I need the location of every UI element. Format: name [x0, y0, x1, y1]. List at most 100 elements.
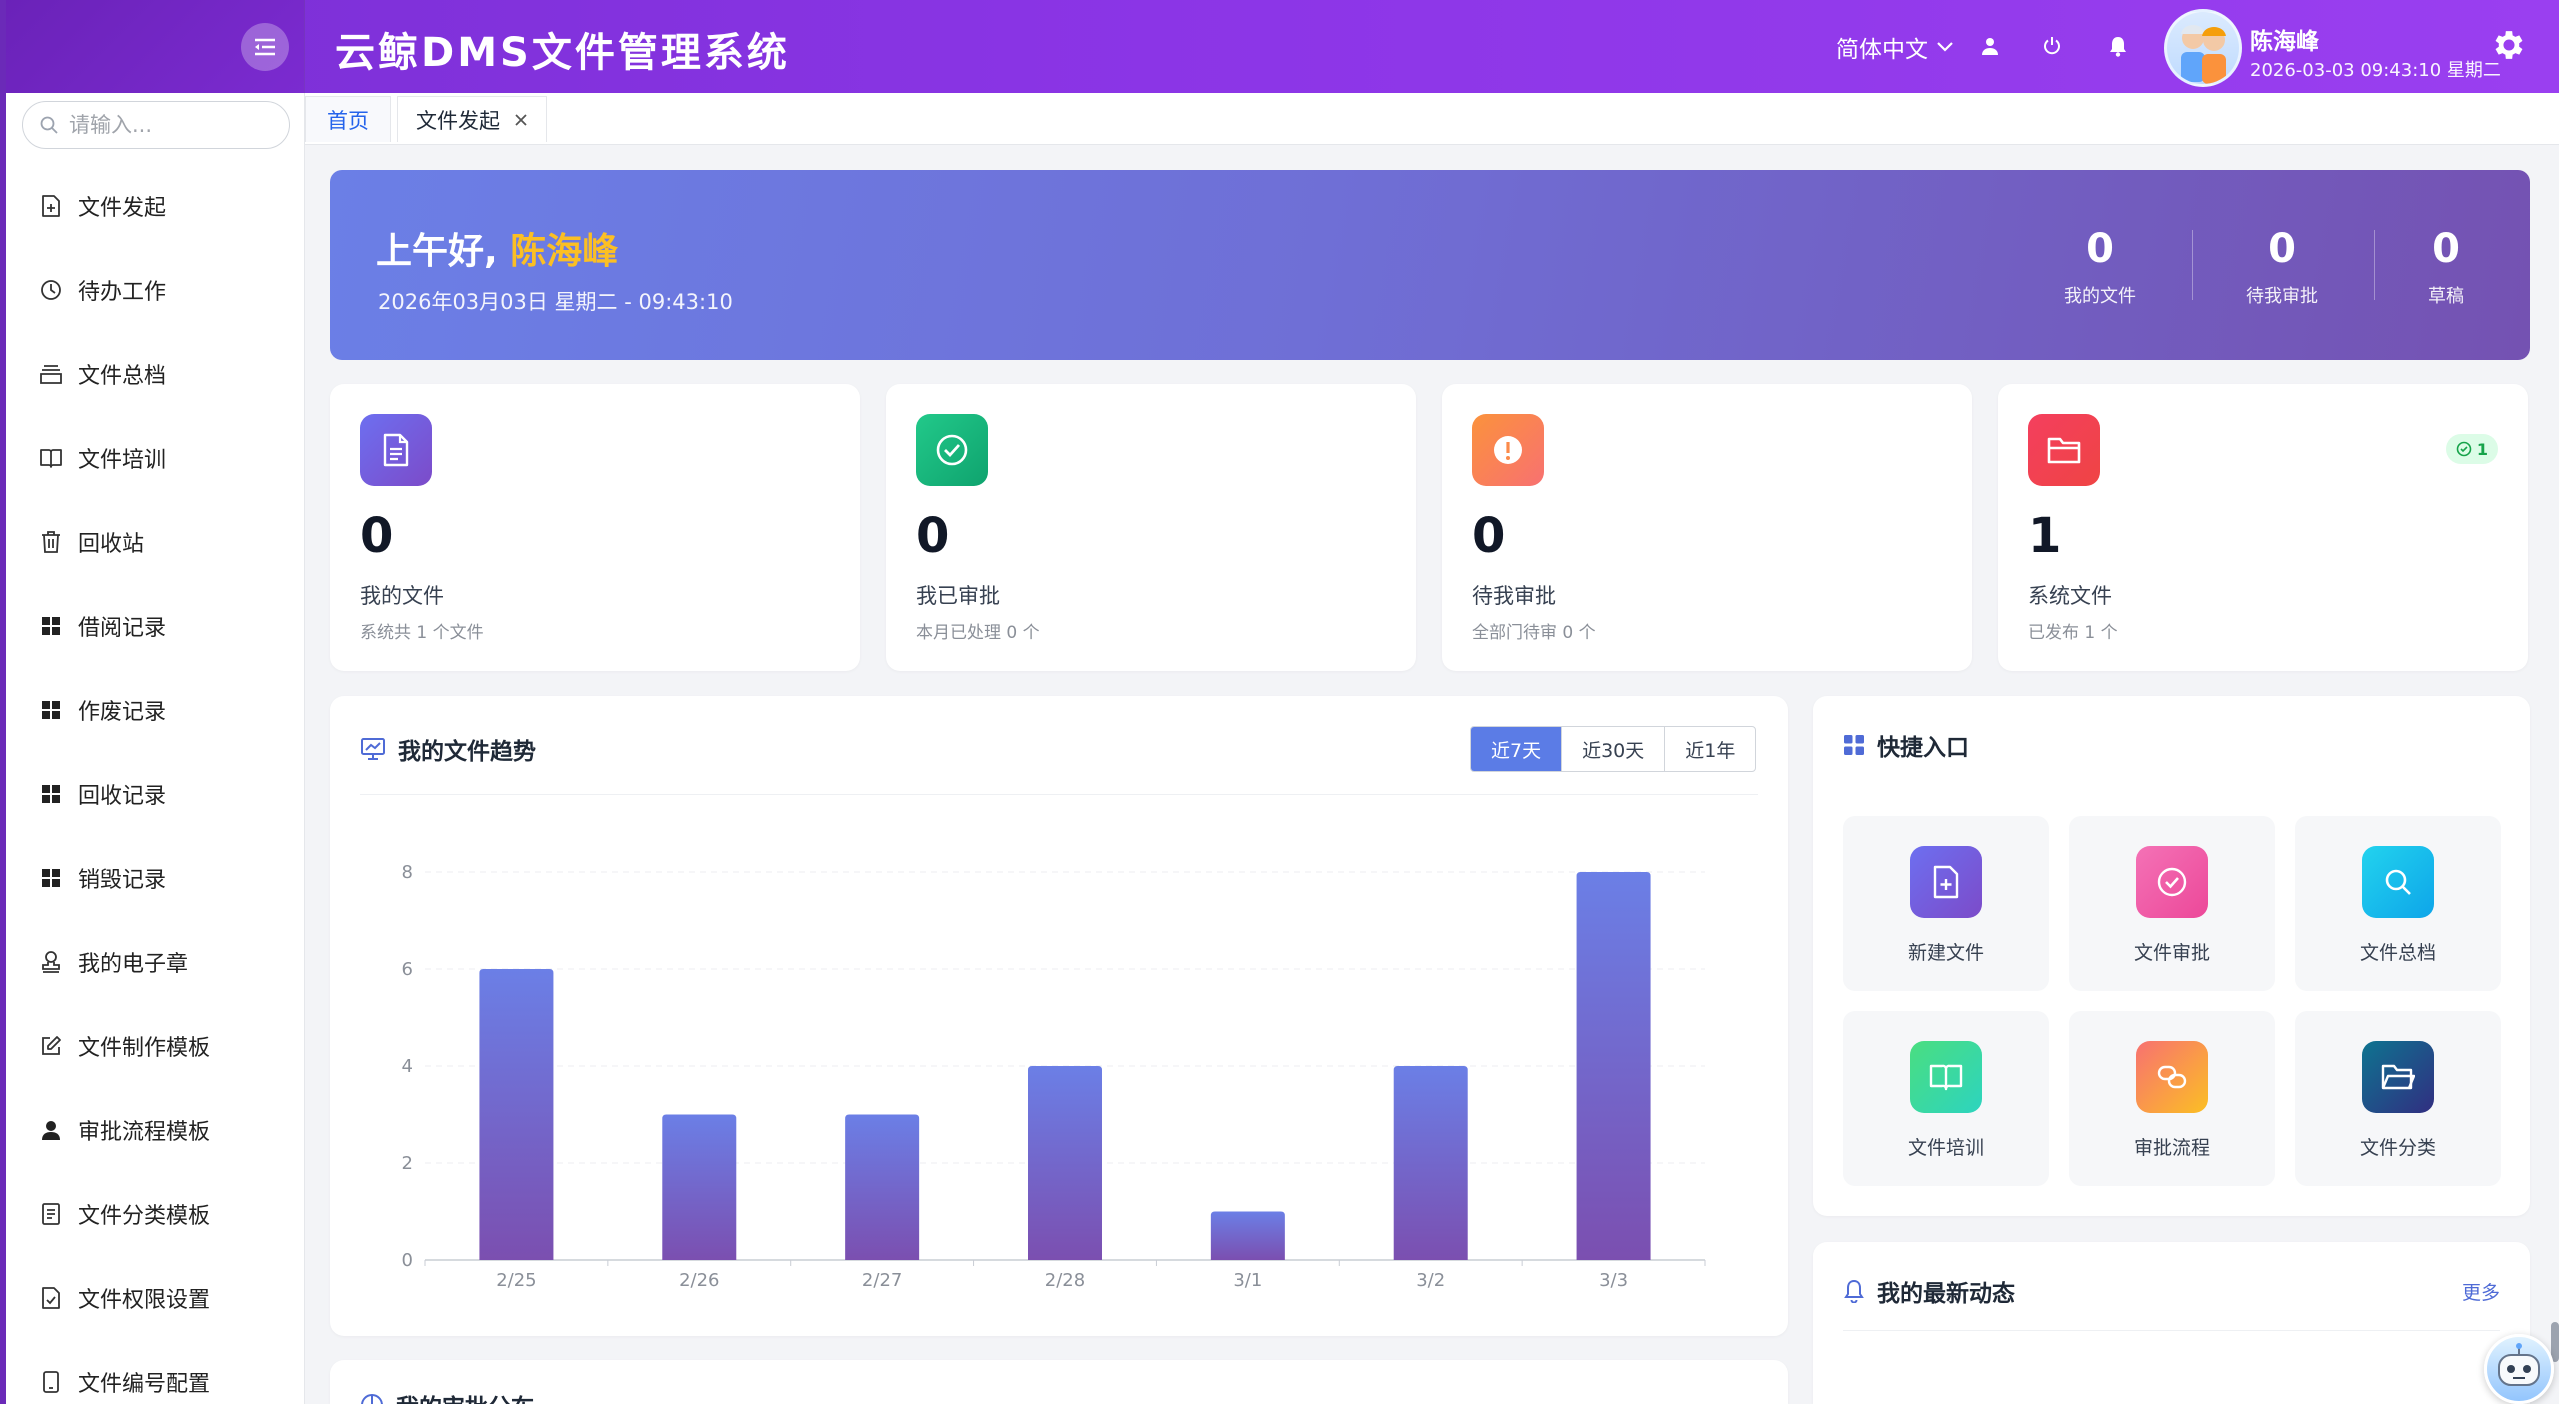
sidebar-item[interactable]: 作废记录 — [38, 690, 166, 730]
grid-icon — [38, 613, 64, 639]
banner-stat-value: 0 — [2432, 226, 2460, 272]
distribution-card: 我的审批分布 — [330, 1360, 1788, 1404]
banner-stat-pending[interactable]: 0 待我审批 — [2202, 226, 2362, 308]
sidebar-item[interactable]: 文件总档 — [38, 354, 166, 394]
sidebar-item-label: 文件编号配置 — [78, 1372, 211, 1397]
activity-card: 我的最新动态 更多 — [1813, 1242, 2530, 1404]
bar[interactable] — [1210, 1211, 1285, 1261]
divider — [2192, 230, 2193, 300]
quick-entry-label: 文件分类 — [2359, 1137, 2436, 1159]
more-link[interactable]: 更多 — [2462, 1278, 2500, 1305]
banner-stat-label: 待我审批 — [2246, 286, 2318, 307]
quick-entry-label: 文件培训 — [1907, 1137, 1984, 1159]
trend-card: 我的文件趋势 近7天 近30天 近1年 0 2 4 6 8 2/25 2/26 2/27 2/2… — [330, 696, 1788, 1336]
welcome-banner: 上午好, 陈海峰 2026年03月03日 星期二 - 09:43:10 0 我的… — [330, 170, 2530, 360]
sidebar-item[interactable]: 文件编号配置 — [38, 1362, 210, 1402]
tab-file-initiate[interactable]: 文件发起 — [397, 96, 547, 142]
sidebar-item-label: 待办工作 — [78, 280, 167, 305]
user-avatar[interactable] — [2164, 9, 2242, 87]
sidebar-item[interactable]: 文件分类模板 — [38, 1194, 210, 1234]
language-select[interactable]: 简体中文 — [1836, 30, 1954, 64]
stat-card-system-files[interactable]: 1 1 系统文件 已发布 1 个 — [1998, 384, 2528, 671]
bar[interactable] — [479, 969, 554, 1260]
app-title: 云鲸DMS文件管理系统 — [335, 30, 790, 76]
sidebar-item[interactable]: 回收记录 — [38, 774, 166, 814]
power-icon[interactable] — [2038, 32, 2066, 60]
quick-entry-card: 快捷入口 新建文件 文件审批 文件总档 文件培训 审批流程 文件分类 — [1813, 696, 2530, 1216]
quick-entry-item[interactable]: 文件培训 — [1843, 1011, 2049, 1186]
sidebar-search[interactable] — [22, 101, 290, 149]
list-icon — [38, 1201, 64, 1227]
grid-icon — [1844, 735, 1864, 755]
edit-icon — [38, 1033, 64, 1059]
sidebar-item[interactable]: 文件培训 — [38, 438, 166, 478]
quick-entry-item[interactable]: 文件分类 — [2295, 1011, 2501, 1186]
stat-card-approved[interactable]: 0 我已审批 本月已处理 0 个 — [886, 384, 1416, 671]
greeting: 上午好, 陈海峰 — [376, 222, 618, 274]
menu-toggle-button[interactable] — [241, 23, 289, 71]
quick-entry-label: 新建文件 — [1907, 942, 1984, 964]
scrollbar-thumb[interactable] — [2551, 1322, 2559, 1362]
file-plus-icon — [38, 193, 64, 219]
sidebar-item[interactable]: 文件权限设置 — [38, 1278, 210, 1318]
tab-home[interactable]: 首页 — [305, 96, 391, 142]
x-tick-label: 2/27 — [862, 1270, 902, 1291]
sidebar-item-label: 借阅记录 — [78, 616, 167, 641]
x-tick-label: 2/25 — [496, 1270, 536, 1291]
sidebar-item[interactable]: 借阅记录 — [38, 606, 166, 646]
quick-entry-item[interactable]: 文件总档 — [2295, 816, 2501, 991]
stat-subtitle: 系统共 1 个文件 — [360, 623, 484, 643]
sidebar-item-label: 作废记录 — [78, 700, 167, 725]
sidebar-item[interactable]: 文件发起 — [38, 186, 166, 226]
quick-entry-item[interactable]: 新建文件 — [1843, 816, 2049, 991]
banner-stat-label: 草稿 — [2428, 286, 2464, 307]
check-circle-icon — [2136, 846, 2208, 918]
banner-stat-my-files[interactable]: 0 我的文件 — [2020, 226, 2180, 308]
top-header: 云鲸DMS文件管理系统 简体中文 陈海峰 2026-03-03 09:43:10… — [0, 0, 2559, 93]
bar[interactable] — [1028, 1066, 1102, 1260]
sidebar-item-label: 文件分类模板 — [78, 1204, 211, 1229]
sidebar-item[interactable]: 销毁记录 — [38, 858, 166, 898]
bell-icon[interactable] — [2104, 32, 2132, 60]
sidebar-item[interactable]: 审批流程模板 — [38, 1110, 210, 1150]
greeting-text: 上午好, — [376, 231, 511, 272]
status-badge: 1 — [2445, 434, 2498, 464]
trend-bar-chart: 0 2 4 6 8 2/25 2/26 2/27 2/28 3/1 3/2 3/3 — [402, 862, 1706, 1291]
sidebar-item-label: 回收记录 — [78, 784, 167, 809]
trash-icon — [38, 529, 64, 555]
sidebar-item[interactable]: 回收站 — [38, 522, 144, 562]
user-icon[interactable] — [1976, 32, 2004, 60]
user-datetime: 2026-03-03 09:43:10 星期二 — [2250, 60, 2501, 81]
language-label: 简体中文 — [1836, 37, 1928, 63]
quick-entry-item[interactable]: 文件审批 — [2069, 816, 2275, 991]
book-icon — [38, 445, 64, 471]
stat-card-awaiting[interactable]: 0 待我审批 全部门待审 0 个 — [1442, 384, 1972, 671]
y-tick-label: 0 — [402, 1250, 413, 1271]
sidebar-search-input[interactable] — [69, 113, 269, 137]
assistant-robot-icon[interactable] — [2484, 1334, 2554, 1404]
settings-gear-icon[interactable] — [2490, 26, 2528, 64]
sidebar-item[interactable]: 文件制作模板 — [38, 1026, 210, 1066]
sidebar-item[interactable]: 待办工作 — [38, 270, 166, 310]
sidebar-item-label: 文件制作模板 — [78, 1036, 211, 1061]
sidebar-item[interactable]: 我的电子章 — [38, 942, 188, 982]
bar[interactable] — [1393, 1066, 1468, 1260]
bar[interactable] — [845, 1114, 920, 1261]
stat-card-my-files[interactable]: 0 我的文件 系统共 1 个文件 — [330, 384, 860, 671]
stat-title: 我的文件 — [360, 584, 444, 608]
stat-subtitle: 本月已处理 0 个 — [916, 623, 1040, 643]
quick-entry-item[interactable]: 审批流程 — [2069, 1011, 2275, 1186]
sidebar-item-label: 销毁记录 — [78, 868, 167, 893]
bar[interactable] — [662, 1114, 737, 1261]
sidebar-item-label: 文件权限设置 — [78, 1288, 211, 1313]
sidebar-item-label: 文件发起 — [78, 196, 167, 221]
document-icon — [360, 414, 432, 486]
banner-stat-drafts[interactable]: 0 草稿 — [2366, 226, 2526, 308]
stat-value: 1 — [2028, 508, 2062, 564]
sidebar-item-label: 文件培训 — [78, 448, 167, 473]
stat-value: 0 — [1472, 508, 1506, 564]
activity-title: 我的最新动态 — [1843, 1274, 2015, 1308]
close-icon[interactable] — [514, 113, 528, 127]
logo-area — [0, 0, 305, 93]
bar[interactable] — [1576, 872, 1651, 1260]
